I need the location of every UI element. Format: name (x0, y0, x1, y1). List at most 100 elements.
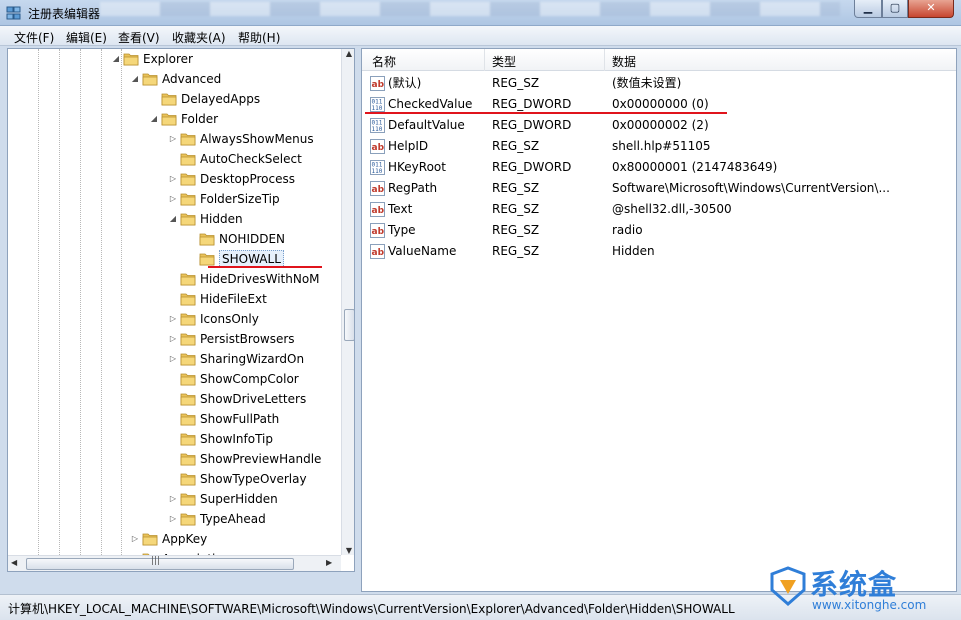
scroll-right-icon[interactable]: ▶ (326, 558, 332, 567)
tree-node[interactable]: ShowInfoTip (8, 429, 341, 449)
cell-name: RegPath (388, 181, 438, 195)
ab-string-icon: ab (370, 244, 385, 259)
collapse-arrow-icon[interactable]: ◢ (111, 49, 121, 69)
list-row[interactable]: ab HelpID REG_SZ shell.hlp#51105 (362, 136, 956, 157)
values-list[interactable]: 名称 类型 数据 ab (默认) REG_SZ (数值未设置) 011 110 Checke… (361, 48, 957, 592)
tree-node[interactable]: ▷ SuperHidden (8, 489, 341, 509)
column-header-name[interactable]: 名称 (372, 53, 396, 70)
menu-view[interactable]: 查看(V) (118, 29, 160, 46)
tree-node-label[interactable]: ShowPreviewHandle (200, 449, 321, 469)
column-separator[interactable] (604, 49, 605, 71)
tree-node[interactable]: HideFileExt (8, 289, 341, 309)
list-row[interactable]: ab Type REG_SZ radio (362, 220, 956, 241)
collapse-arrow-icon[interactable]: ◢ (149, 109, 159, 129)
collapse-arrow-icon[interactable]: ◢ (168, 209, 178, 229)
tree-node[interactable]: ShowTypeOverlay (8, 469, 341, 489)
tree-node[interactable]: ▷ AlwaysShowMenus (8, 129, 341, 149)
scroll-down-icon[interactable]: ▼ (342, 546, 354, 555)
minimize-button[interactable]: ▁ (854, 0, 882, 18)
tree-node[interactable]: ShowDriveLetters (8, 389, 341, 409)
tree-node[interactable]: ShowFullPath (8, 409, 341, 429)
column-header-data[interactable]: 数据 (612, 53, 636, 70)
tree-node[interactable]: ▷ AppKey (8, 529, 341, 549)
tree-node[interactable]: ShowPreviewHandle (8, 449, 341, 469)
tree-node[interactable]: ◢ Hidden (8, 209, 341, 229)
tree-node[interactable]: ▷ IconsOnly (8, 309, 341, 329)
tree-node-label[interactable]: Advanced (162, 69, 221, 89)
tree-node[interactable]: AutoCheckSelect (8, 149, 341, 169)
tree-node-label[interactable]: DesktopProcess (200, 169, 295, 189)
tree-node-label[interactable]: FolderSizeTip (200, 189, 280, 209)
tree-node[interactable]: ▷ DesktopProcess (8, 169, 341, 189)
tree-node-label[interactable]: Explorer (143, 49, 193, 69)
list-row[interactable]: ab RegPath REG_SZ Software\Microsoft\Window… (362, 178, 956, 199)
tree-node-label[interactable]: ShowFullPath (200, 409, 279, 429)
tree-node[interactable]: ◢ Advanced (8, 69, 341, 89)
tree-node-label[interactable]: HideFileExt (200, 289, 267, 309)
list-row[interactable]: 011 110 HKeyRoot REG_DWORD 0x80000001 (21474… (362, 157, 956, 178)
expand-arrow-icon[interactable]: ▷ (168, 309, 178, 329)
menu-file[interactable]: 文件(F) (14, 29, 54, 46)
tree-node-label[interactable]: SuperHidden (200, 489, 278, 509)
folder-icon (123, 52, 139, 66)
tree-node-label[interactable]: TypeAhead (200, 509, 266, 529)
menu-help[interactable]: 帮助(H) (238, 29, 280, 46)
expand-arrow-icon[interactable]: ▷ (168, 489, 178, 509)
registry-tree[interactable]: ◢ Explorer ◢ Advanced DelayedApps ◢ Folder ▷ Alw… (7, 48, 355, 572)
folder-icon (180, 212, 196, 226)
scroll-up-icon[interactable]: ▲ (342, 49, 354, 58)
tree-node-label[interactable]: ShowCompColor (200, 369, 299, 389)
list-row[interactable]: ab Text REG_SZ @shell32.dll,-30500 (362, 199, 956, 220)
tree-node-label[interactable]: PersistBrowsers (200, 329, 295, 349)
tree-node[interactable]: HideDrivesWithNoM (8, 269, 341, 289)
cell-type: REG_SZ (492, 223, 540, 237)
close-button[interactable]: ✕ (908, 0, 954, 18)
tree-node-label[interactable]: IconsOnly (200, 309, 259, 329)
tree-node-label[interactable]: DelayedApps (181, 89, 260, 109)
column-separator[interactable] (484, 49, 485, 71)
tree-node[interactable]: NOHIDDEN (8, 229, 341, 249)
folder-icon (180, 172, 196, 186)
tree-node-label[interactable]: HideDrivesWithNoM (200, 269, 320, 289)
expand-arrow-icon[interactable]: ▷ (168, 129, 178, 149)
tree-node[interactable]: ShowCompColor (8, 369, 341, 389)
expand-arrow-icon[interactable]: ▷ (168, 169, 178, 189)
tree-node-label[interactable]: AutoCheckSelect (200, 149, 302, 169)
tree-horizontal-scrollbar[interactable]: ◀ ||| ▶ (8, 555, 341, 571)
tree-node[interactable]: ▷ PersistBrowsers (8, 329, 341, 349)
tree-vscroll-thumb[interactable] (344, 309, 354, 341)
tree-node[interactable]: ▷ FolderSizeTip (8, 189, 341, 209)
maximize-button[interactable]: ▢ (882, 0, 908, 18)
tree-node[interactable]: DelayedApps (8, 89, 341, 109)
tree-node-label[interactable]: Hidden (200, 209, 243, 229)
list-row[interactable]: 011 110 DefaultValue REG_DWORD 0x00000002 (2… (362, 115, 956, 136)
highlight-underline-checkedvalue (365, 112, 727, 114)
list-row[interactable]: ab (默认) REG_SZ (数值未设置) (362, 73, 956, 94)
tree-node[interactable]: ◢ Folder (8, 109, 341, 129)
tree-node-label[interactable]: SharingWizardOn (200, 349, 304, 369)
expand-arrow-icon[interactable]: ▷ (168, 189, 178, 209)
collapse-arrow-icon[interactable]: ◢ (130, 69, 140, 89)
tree-node-label[interactable]: AppKey (162, 529, 207, 549)
menu-favorites[interactable]: 收藏夹(A) (172, 29, 226, 46)
list-row[interactable]: ab ValueName REG_SZ Hidden (362, 241, 956, 262)
menu-edit[interactable]: 编辑(E) (66, 29, 107, 46)
cell-type: REG_SZ (492, 139, 540, 153)
expand-arrow-icon[interactable]: ▷ (168, 349, 178, 369)
tree-node[interactable]: ▷ TypeAhead (8, 509, 341, 529)
expand-arrow-icon[interactable]: ▷ (168, 329, 178, 349)
tree-node-label[interactable]: ShowInfoTip (200, 429, 273, 449)
tree-node[interactable]: ◢ Explorer (8, 49, 341, 69)
expand-arrow-icon[interactable]: ▷ (130, 529, 140, 549)
tree-node[interactable]: ▷ SharingWizardOn (8, 349, 341, 369)
tree-node-label[interactable]: AlwaysShowMenus (200, 129, 314, 149)
expand-arrow-icon[interactable]: ▷ (168, 509, 178, 529)
column-header-type[interactable]: 类型 (492, 53, 516, 70)
tree-node-label[interactable]: NOHIDDEN (219, 229, 285, 249)
tree-node-label[interactable]: ShowTypeOverlay (200, 469, 307, 489)
tree-vertical-scrollbar[interactable]: ▲ ▼ (341, 49, 354, 555)
scroll-left-icon[interactable]: ◀ (11, 558, 17, 567)
tree-node-label[interactable]: ShowDriveLetters (200, 389, 306, 409)
tree-hscroll-thumb[interactable]: ||| (26, 556, 294, 570)
tree-node-label[interactable]: Folder (181, 109, 218, 129)
